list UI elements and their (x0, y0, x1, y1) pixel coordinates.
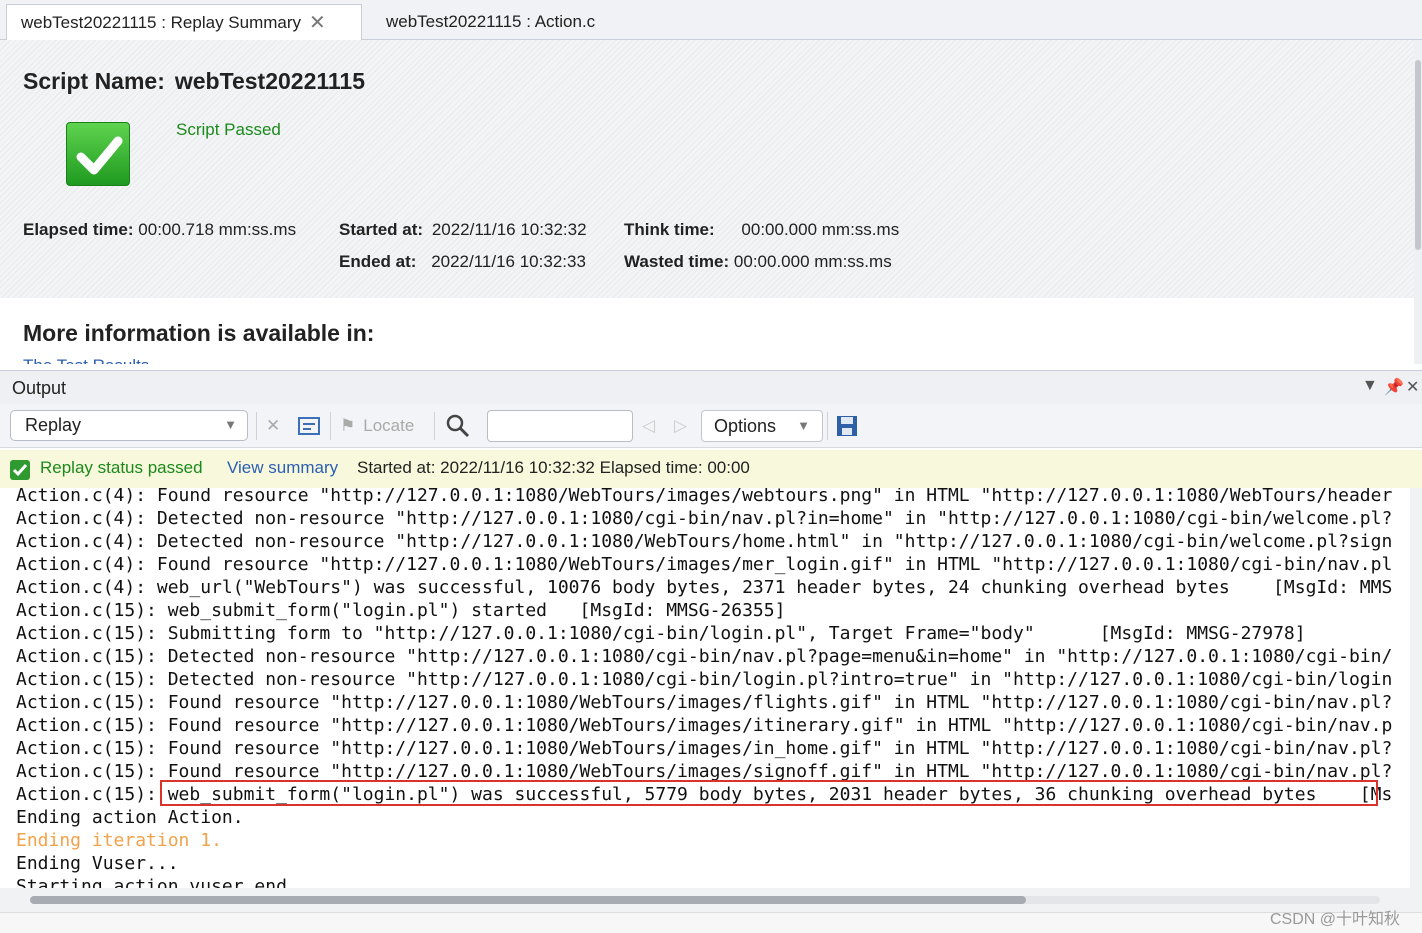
started-at: Started at: 2022/11/16 10:32:32 (339, 220, 587, 239)
script-name-value: webTest20221115 (174, 68, 365, 94)
output-toolbar: Replay ▼ ✕ ⚑ Locate ◁ ▷ Options ▼ (0, 404, 1422, 448)
highlight-box (160, 780, 1378, 806)
replay-status-info: Started at: 2022/11/16 10:32:32 Elapsed … (357, 458, 750, 477)
chevron-down-icon: ▼ (224, 417, 237, 432)
scrollbar-thumb[interactable] (30, 896, 1026, 904)
locate-button[interactable]: ⚑ Locate (340, 412, 414, 440)
output-log[interactable]: Action.c(4): Found resource "http://127.… (0, 488, 1410, 888)
chevron-down-icon: ▼ (797, 418, 810, 433)
wasted-time: Wasted time: 00:00.000 mm:ss.ms (624, 252, 892, 271)
output-title: Output (12, 378, 67, 398)
bottom-strip (0, 912, 1422, 933)
replay-summary-panel: Script Name: webTest20221115 Script Passe… (0, 40, 1414, 298)
prev-icon[interactable]: ◁ (642, 412, 655, 440)
log-line: Ending action Action. (16, 807, 244, 828)
search-input[interactable] (487, 410, 633, 442)
search-icon[interactable] (446, 412, 470, 440)
log-line-iteration: Ending iteration 1. (16, 830, 222, 851)
log-line: Action.c(15): Found resource "http://127… (16, 692, 1393, 713)
view-summary-link[interactable]: View summary (227, 458, 338, 478)
script-status: Script Passed (176, 120, 281, 139)
tab-bar: webTest20221115 : Replay Summary ✕ webTe… (0, 0, 1422, 40)
pass-check-icon (66, 122, 130, 186)
close-icon[interactable]: ✕ (1406, 377, 1419, 397)
script-name-heading: Script Name: webTest20221115 (23, 68, 365, 94)
tab-label: webTest20221115 : Action.c (386, 12, 596, 31)
log-line: Ending Vuser... (16, 853, 179, 874)
log-line: Action.c(15): Found resource "http://127… (16, 738, 1393, 759)
tab-action-c[interactable]: webTest20221115 : Action.c (372, 4, 609, 40)
log-line: Action.c(15): Detected non-resource "htt… (16, 669, 1393, 690)
watermark: CSDN @十叶知秋 (1270, 911, 1401, 928)
replay-status-text: Replay status passed (40, 458, 203, 477)
log-line: Action.c(15): web_submit_form("login.pl"… (16, 600, 786, 621)
locate-flag-icon: ⚑ (340, 416, 356, 435)
save-icon[interactable] (836, 412, 858, 440)
test-results-link[interactable]: The Test Results (23, 356, 149, 364)
log-line: Action.c(4): Detected non-resource "http… (16, 531, 1393, 552)
elapsed-time: Elapsed time: 00:00.718 mm:ss.ms (23, 220, 297, 239)
pin-icon[interactable]: 📌 (1384, 377, 1404, 397)
log-line: Action.c(4): Found resource "http://127.… (16, 554, 1393, 575)
log-vertical-scrollbar[interactable] (1410, 488, 1422, 888)
log-line: Action.c(4): Detected non-resource "http… (16, 508, 1393, 529)
next-icon[interactable]: ▷ (674, 412, 687, 440)
tab-label: webTest20221115 : Replay Summary (21, 12, 302, 32)
more-info-section: More information is available in: The Te… (0, 298, 1414, 364)
dropdown-icon[interactable]: ▼ (1362, 377, 1378, 395)
log-line: Action.c(4): Found resource "http://127.… (16, 488, 1393, 506)
log-line: Action.c(4): web_url("WebTours") was suc… (16, 577, 1393, 598)
close-icon[interactable]: ✕ (309, 10, 326, 35)
ended-at: Ended at: 2022/11/16 10:32:33 (339, 252, 586, 271)
output-source-select[interactable]: Replay ▼ (10, 410, 248, 441)
pass-check-icon (10, 460, 30, 480)
options-button[interactable]: Options ▼ (701, 410, 823, 442)
log-line: Action.c(15): Found resource "http://127… (16, 715, 1393, 736)
summary-scrollbar[interactable] (1414, 40, 1422, 364)
wrap-icon[interactable] (298, 412, 320, 440)
more-info-heading: More information is available in: (23, 320, 375, 346)
log-line: Action.c(15): Detected non-resource "htt… (16, 646, 1393, 667)
log-line: Starting action vuser_end. (16, 876, 298, 888)
tab-replay-summary[interactable]: webTest20221115 : Replay Summary ✕ (6, 4, 362, 40)
output-pane-header: Output ▼ 📌 ✕ (0, 370, 1422, 404)
replay-status-bar: Replay status passed View summary Starte… (0, 450, 1422, 488)
clear-icon[interactable]: ✕ (266, 412, 280, 440)
log-horizontal-scrollbar[interactable] (0, 888, 1422, 912)
log-line: Action.c(15): Submitting form to "http:/… (16, 623, 1306, 644)
think-time: Think time: 00:00.000 mm:ss.ms (624, 220, 900, 239)
